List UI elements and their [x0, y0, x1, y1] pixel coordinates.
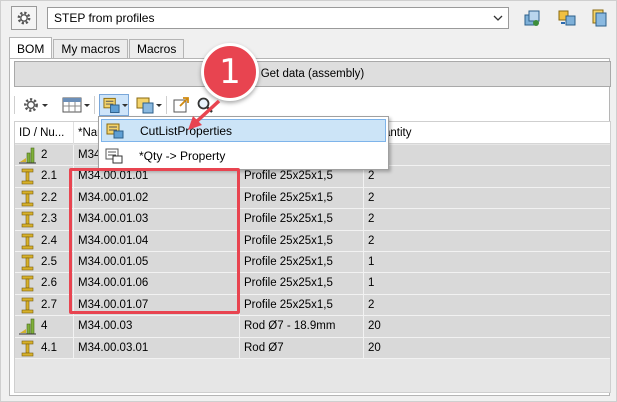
cell-description: Profile 25x25x1,5	[240, 209, 364, 231]
menu-item-label: *Qty -> Property	[139, 149, 226, 163]
export-step-button[interactable]	[519, 6, 545, 30]
copy-properties-button[interactable]	[136, 94, 162, 116]
toolbar-separator	[166, 96, 167, 114]
bom-toolbar	[14, 93, 611, 117]
add-in-panel: STEP from profiles BOM My macros Macros …	[0, 0, 617, 402]
columns-dropdown-button[interactable]	[62, 94, 90, 116]
gear-icon	[24, 98, 38, 112]
menu-item-qty-to-property[interactable]: *Qty -> Property	[101, 145, 386, 168]
cell-description: Profile 25x25x1,5	[240, 294, 364, 316]
documents-button[interactable]	[586, 6, 612, 30]
export-step-icon	[524, 10, 540, 26]
settings-button[interactable]	[11, 6, 37, 30]
cell-quantity: 1	[364, 273, 610, 294]
cell-id: 4	[37, 316, 74, 338]
menu-item-cutlist-properties[interactable]: CutListProperties	[101, 119, 386, 142]
cutlist-properties-icon	[106, 123, 124, 139]
caret-down-icon	[42, 103, 48, 107]
cell-quantity	[364, 145, 610, 166]
cell-quantity: 2	[364, 295, 610, 316]
step-badge: 1	[201, 43, 259, 101]
table-row[interactable]: 4.1 M34.00.03.01 Rod Ø7 20	[15, 337, 610, 359]
cell-description: Rod Ø7 - 18.9mm	[240, 316, 364, 338]
cell-quantity: 2	[364, 209, 610, 230]
cell-description: Profile 25x25x1,5	[240, 230, 364, 252]
tab-strip: BOM My macros Macros	[9, 37, 185, 59]
toolbar-grip	[14, 96, 15, 114]
caret-down-icon	[84, 103, 90, 107]
tab-macros[interactable]: Macros	[129, 39, 185, 58]
cell-quantity: 1	[364, 252, 610, 273]
qty-property-icon	[105, 148, 123, 164]
cell-quantity: 20	[364, 316, 610, 337]
properties-icon	[103, 97, 120, 114]
chevron-down-icon	[492, 11, 504, 25]
settings-dropdown-button[interactable]	[22, 94, 48, 116]
copy-properties-icon	[136, 97, 154, 114]
column-header-id[interactable]: ID / Nu...	[15, 122, 74, 144]
cell-id: 2	[37, 145, 74, 166]
cell-id: 4.1	[37, 337, 74, 359]
caret-down-icon	[156, 103, 162, 107]
tab-bom[interactable]: BOM	[9, 37, 53, 58]
cell-name: M34.00.03	[74, 316, 240, 338]
cell-quantity: 2	[364, 166, 610, 187]
caret-down-icon	[122, 103, 128, 107]
properties-dropdown-button[interactable]	[99, 94, 129, 116]
tab-my-macros[interactable]: My macros	[53, 39, 129, 58]
callout-arrow	[188, 99, 221, 130]
get-data-button[interactable]: Get data (assembly)	[14, 61, 611, 87]
column-header-quantity[interactable]: antity	[364, 122, 610, 144]
table-row[interactable]: 4 M34.00.03 Rod Ø7 - 18.9mm 20	[15, 316, 610, 338]
properties-menu: CutListProperties *Qty -> Property	[98, 116, 389, 170]
table-icon	[62, 97, 82, 113]
sync-icon	[558, 10, 576, 26]
cell-name: M34.00.03.01	[74, 337, 240, 359]
toolbar-separator	[94, 96, 95, 114]
sync-profiles-button[interactable]	[554, 6, 580, 30]
gear-icon	[17, 11, 31, 25]
profile-select[interactable]: STEP from profiles	[47, 7, 509, 29]
profile-select-value: STEP from profiles	[54, 11, 155, 25]
cell-quantity: 2	[364, 188, 610, 209]
documents-icon	[592, 9, 607, 27]
highlight-box	[69, 168, 240, 314]
cell-description: Profile 25x25x1,5	[240, 273, 364, 295]
cell-quantity: 20	[364, 338, 610, 359]
cell-description: Profile 25x25x1,5	[240, 252, 364, 273]
cell-quantity: 2	[364, 231, 610, 252]
cell-description: Rod Ø7	[240, 337, 364, 359]
cell-description: Profile 25x25x1,5	[240, 187, 364, 209]
